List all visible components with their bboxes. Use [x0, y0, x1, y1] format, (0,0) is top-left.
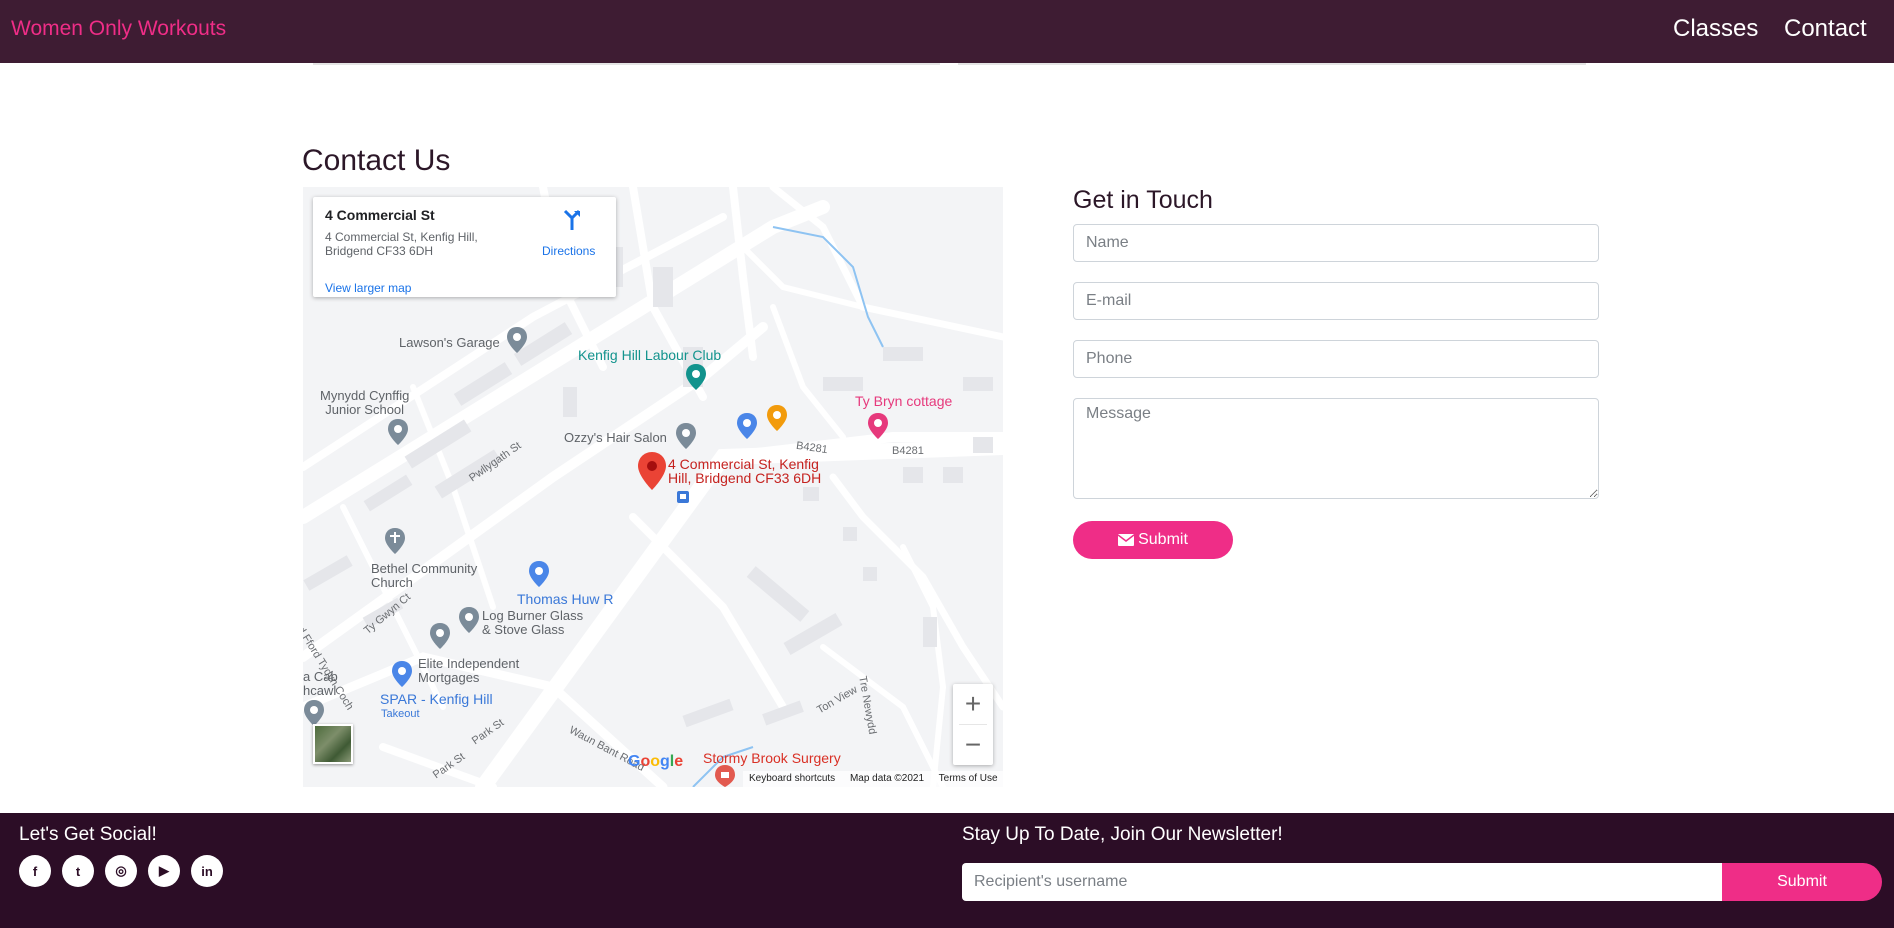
club-pin-icon[interactable] — [686, 364, 706, 390]
map-label: Ozzy's Hair Salon — [564, 430, 667, 445]
map-label: Stormy Brook Surgery — [703, 750, 841, 766]
map-attribution: Keyboard shortcuts Map data ©2021 Terms … — [743, 771, 1003, 787]
info-card-address: 4 Commercial St, Kenfig Hill, Bridgend C… — [325, 230, 478, 258]
facebook-icon[interactable]: f — [19, 855, 51, 887]
directions-icon[interactable] — [561, 209, 583, 231]
map-info-card: 4 Commercial St 4 Commercial St, Kenfig … — [313, 197, 616, 297]
submit-label: Submit — [1138, 531, 1188, 548]
map-label: Lawson's Garage — [399, 335, 500, 350]
newsletter-submit-button[interactable]: Submit — [1722, 863, 1882, 901]
shopping-pin-icon[interactable] — [737, 413, 757, 439]
contact-title: Contact Us — [302, 144, 451, 177]
instagram-icon[interactable]: ◎ — [105, 855, 137, 887]
message-textarea[interactable] — [1073, 398, 1599, 499]
location-marker-icon[interactable] — [638, 452, 666, 490]
satellite-toggle[interactable] — [313, 724, 353, 764]
surgery-pin-icon[interactable] — [715, 765, 735, 787]
nav-link-contact[interactable]: Contact — [1784, 15, 1867, 43]
zoom-out-button[interactable]: − — [953, 725, 993, 765]
glass-pin-icon[interactable] — [459, 607, 479, 633]
phone-input[interactable] — [1073, 340, 1599, 378]
terms-link[interactable]: Terms of Use — [939, 773, 998, 784]
form-title: Get in Touch — [1073, 186, 1213, 214]
submit-button[interactable]: Submit — [1073, 521, 1233, 559]
spar-pin-icon[interactable] — [392, 661, 412, 687]
navbar: Women Only Workouts Classes Contact — [0, 0, 1894, 63]
email-input[interactable] — [1073, 282, 1599, 320]
restaurant-pin-icon[interactable] — [767, 405, 787, 431]
road-label: B4281 — [892, 445, 924, 457]
map-label: Log Burner Glass & Stove Glass — [482, 608, 584, 637]
map-label: Kenfig Hill Labour Club — [578, 347, 722, 363]
garage-pin-icon[interactable] — [507, 327, 527, 353]
marker-label: 4 Commercial St, Kenfig Hill, Bridgend C… — [668, 456, 822, 486]
linkedin-icon[interactable]: in — [191, 855, 223, 887]
view-larger-map-link[interactable]: View larger map — [325, 281, 411, 295]
map-data-text: Map data ©2021 — [849, 773, 925, 784]
envelope-icon — [1118, 534, 1135, 546]
name-input[interactable] — [1073, 224, 1599, 262]
newsletter-title: Stay Up To Date, Join Our Newsletter! — [962, 824, 1283, 845]
info-card-title: 4 Commercial St — [325, 207, 435, 223]
map-label: Ty Bryn cottage — [855, 393, 953, 409]
map-label: Takeout — [381, 708, 420, 720]
lodging-pin-icon[interactable] — [868, 413, 888, 439]
social-title: Let's Get Social! — [19, 824, 157, 845]
map-label: a Cab hcawl — [303, 669, 338, 698]
map-label: SPAR - Kenfig Hill — [380, 691, 493, 707]
keyboard-shortcuts-link[interactable]: Keyboard shortcuts — [749, 773, 835, 784]
google-logo: Google — [628, 753, 684, 770]
directions-link[interactable]: Directions — [542, 244, 595, 258]
brand-link[interactable]: Women Only Workouts — [11, 17, 226, 41]
embedded-map[interactable]: Lawson's Garage Kenfig Hill Labour Club … — [303, 187, 1003, 787]
nav-link-classes[interactable]: Classes — [1673, 15, 1758, 43]
school-pin-icon[interactable] — [388, 419, 408, 445]
newsletter-input[interactable] — [962, 863, 1722, 901]
footer: Let's Get Social! f t ◎ ▶ in Stay Up To … — [0, 813, 1894, 928]
divider — [313, 63, 940, 65]
map-label: Elite Independent Mortgages — [418, 656, 520, 685]
shop-pin-icon[interactable] — [529, 561, 549, 587]
twitter-icon[interactable]: t — [62, 855, 94, 887]
map-label: Thomas Huw R — [517, 591, 614, 607]
map-label: Mynydd Cynffig Junior School — [320, 388, 410, 417]
youtube-icon[interactable]: ▶ — [148, 855, 180, 887]
zoom-controls: + − — [953, 684, 993, 765]
mortgage-pin-icon[interactable] — [430, 623, 450, 649]
salon-pin-icon[interactable] — [676, 423, 696, 449]
map-label: Bethel Community Church — [371, 561, 478, 590]
zoom-in-button[interactable]: + — [953, 684, 993, 724]
cab-pin-icon[interactable] — [304, 700, 324, 726]
church-pin-icon[interactable] — [385, 528, 405, 554]
divider — [958, 63, 1586, 65]
